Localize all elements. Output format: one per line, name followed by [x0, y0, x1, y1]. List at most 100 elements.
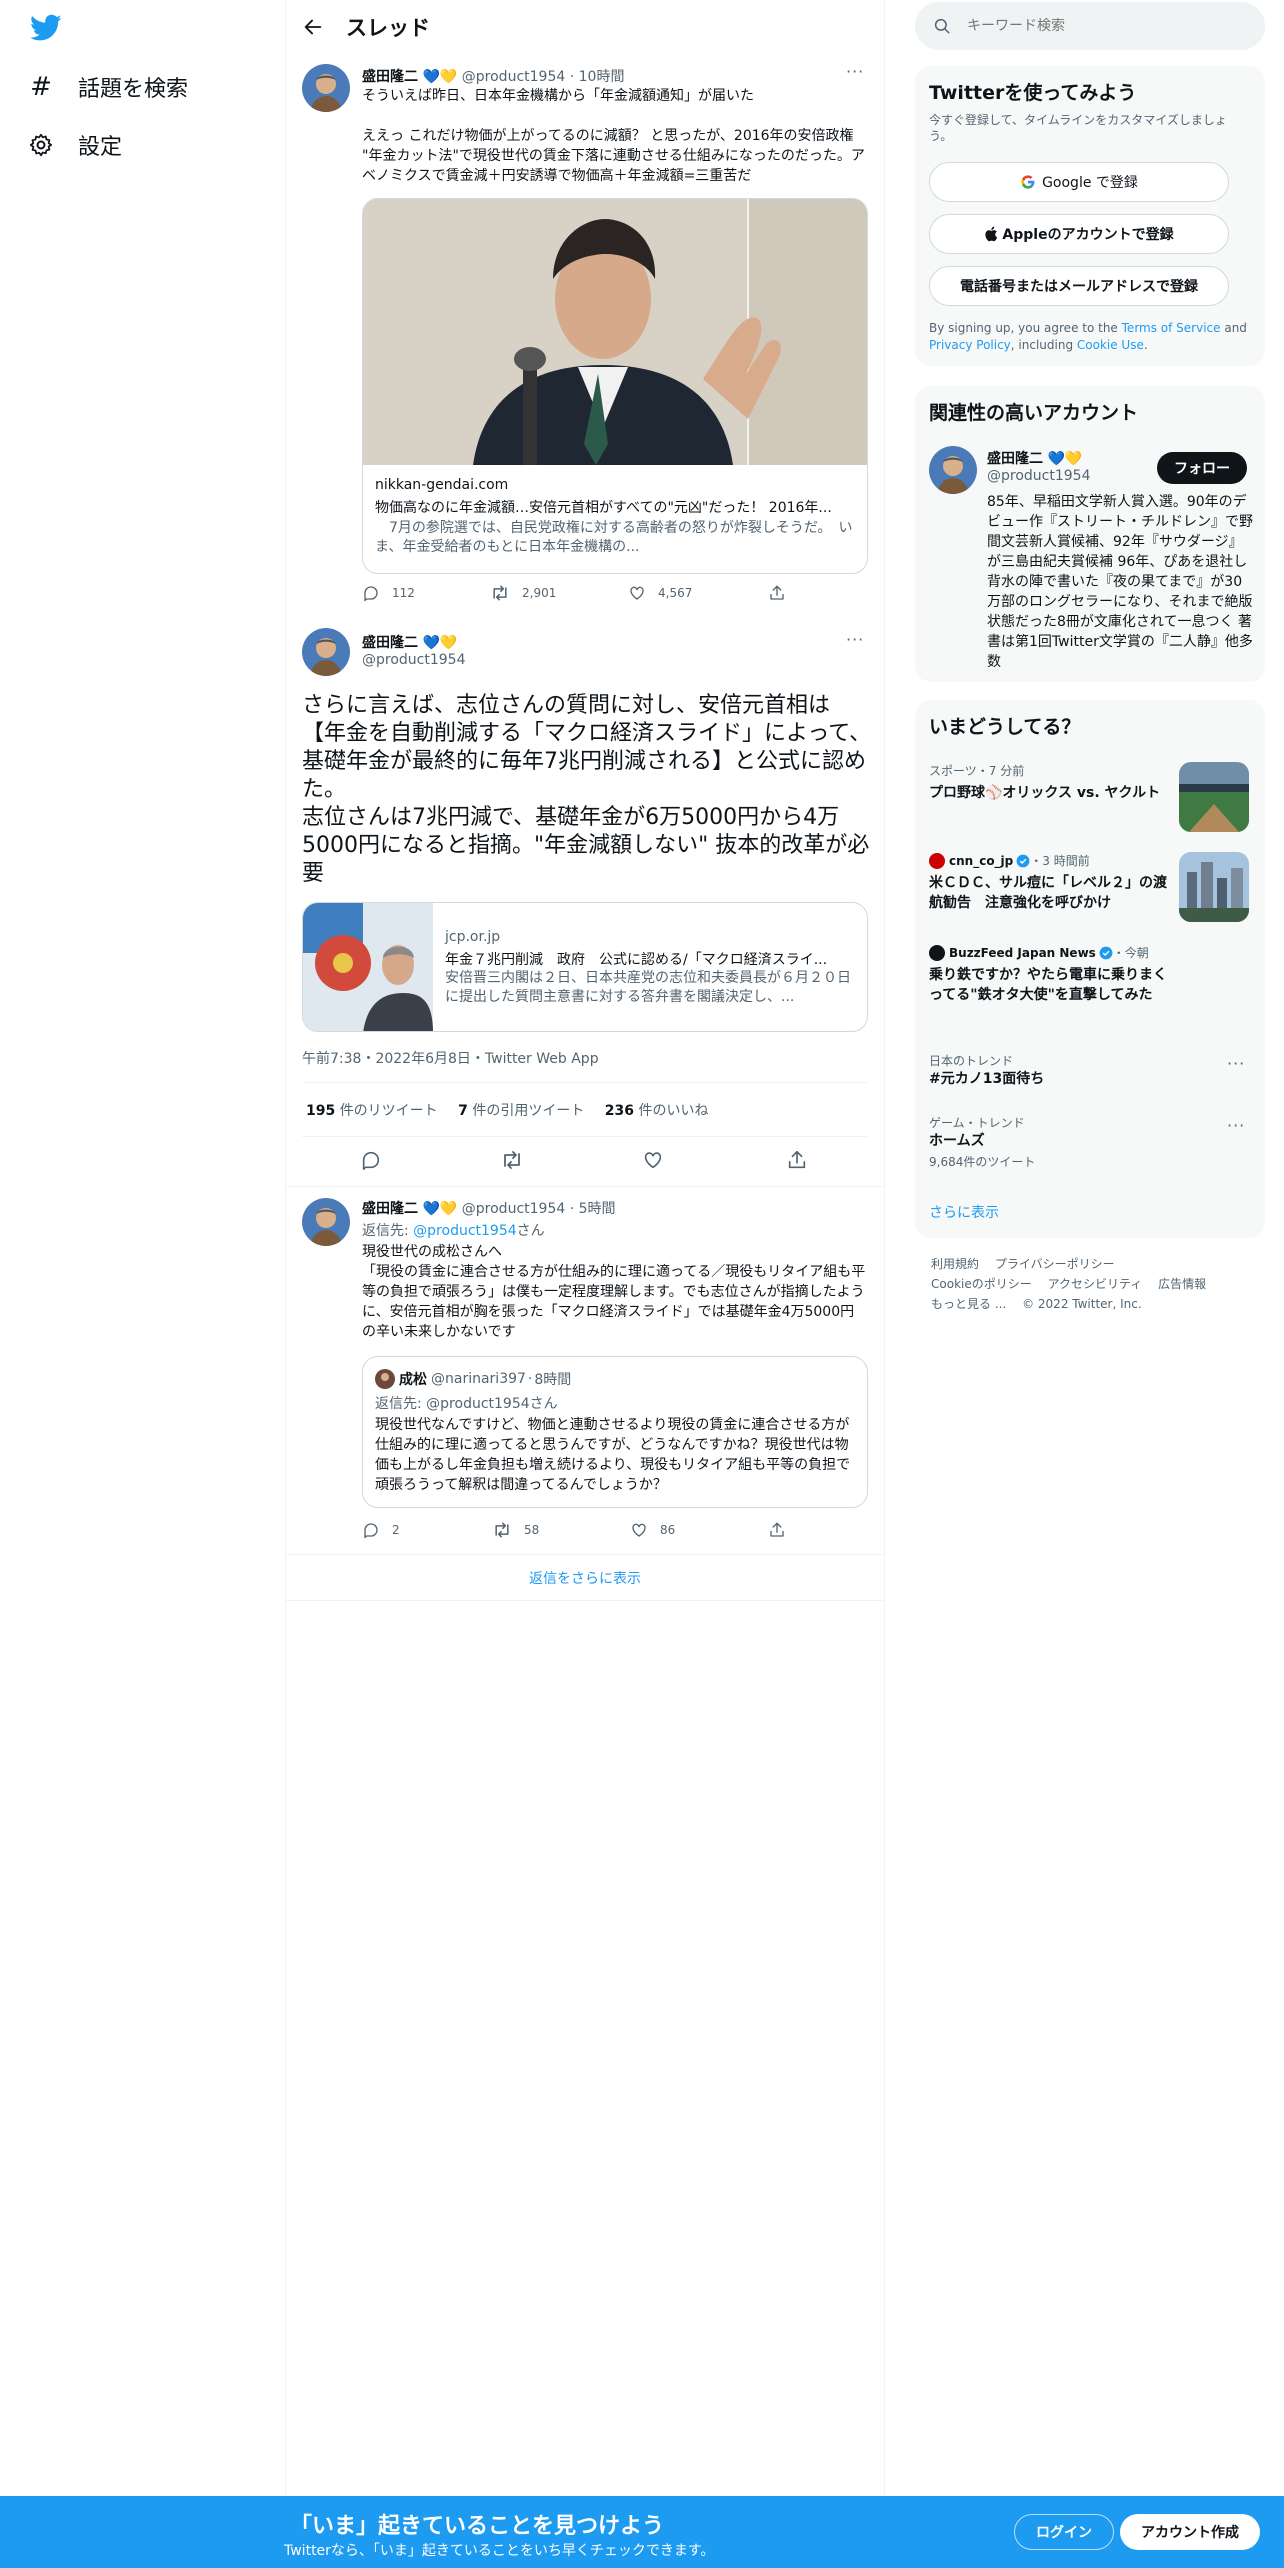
- quoted-tweet[interactable]: 成松 @narinari397 · 8時間 返信先: @product1954さ…: [362, 1356, 868, 1508]
- like-button[interactable]: 86: [630, 1521, 675, 1539]
- tweet-text: 現役世代の成松さんへ 「現役の賃金に連合させる方が仕組み的に理に適ってる／現役も…: [362, 1244, 866, 1340]
- like-button[interactable]: [642, 1149, 664, 1171]
- emoji-hearts-icon: 💙💛: [422, 69, 458, 85]
- share-icon: [788, 1150, 806, 1169]
- card-title: 物価高なのに年金減額…安倍元首相がすべての"元凶"だった！ 2016年...: [375, 500, 832, 516]
- phone-email-signup-button[interactable]: 電話番号またはメールアドレスで登録: [929, 266, 1229, 306]
- reply-button[interactable]: [360, 1149, 382, 1171]
- reply-count: 2: [392, 1523, 400, 1537]
- card-description: 安倍晋三内閣は２日、日本共産党の志位和夫委員長が６月２０日に提出した質問主意書に…: [445, 970, 851, 1005]
- left-sidebar: # 話題を検索 設定: [0, 0, 286, 2568]
- tweet-timestamp[interactable]: 午前7:38・2022年6月8日・Twitter Web App: [302, 1048, 599, 1068]
- search-input[interactable]: [967, 18, 1237, 34]
- hashtag-icon: #: [30, 72, 52, 102]
- privacy-policy-link[interactable]: Privacy Policy: [929, 338, 1011, 352]
- retweet-button[interactable]: 2,901: [490, 584, 556, 602]
- login-button[interactable]: ログイン: [1014, 2514, 1114, 2550]
- more-options-icon[interactable]: ···: [846, 630, 864, 649]
- quote-text: 現役世代なんですけど、物価と連動させるより現役の賃金に連合させる方が仕組み的に理…: [375, 1417, 851, 1493]
- share-button[interactable]: [768, 1521, 786, 1539]
- related-handle[interactable]: @product1954: [987, 468, 1090, 484]
- reply-button[interactable]: 112: [362, 584, 415, 602]
- twitter-logo-icon[interactable]: [30, 14, 62, 42]
- show-more-replies-link[interactable]: 返信をさらに表示: [286, 1568, 884, 1588]
- nav-settings[interactable]: 設定: [28, 120, 122, 170]
- avatar[interactable]: [302, 628, 350, 676]
- avatar[interactable]: [302, 1198, 350, 1246]
- author-handle[interactable]: @product1954: [462, 1201, 565, 1217]
- heart-icon: [644, 1152, 662, 1169]
- buzzfeed-logo-icon: [929, 944, 945, 961]
- author-name[interactable]: 盛田隆二: [362, 69, 418, 85]
- terms-of-service-link[interactable]: Terms of Service: [1122, 321, 1221, 335]
- more-options-icon[interactable]: ···: [846, 62, 864, 81]
- search-box[interactable]: [915, 2, 1265, 50]
- share-button[interactable]: [786, 1149, 808, 1171]
- trend-item[interactable]: ゲーム・トレンド ホームズ 9,684件のツイート ···: [929, 1114, 1249, 1174]
- link-card[interactable]: nikkan-gendai.com 物価高なのに年金減額…安倍元首相がすべての"…: [362, 198, 868, 574]
- card-domain: jcp.or.jp: [445, 929, 501, 945]
- author-name[interactable]: 盛田隆二: [362, 1201, 418, 1217]
- verified-badge-icon: [1099, 946, 1113, 960]
- show-more-trends-link[interactable]: さらに表示: [929, 1202, 999, 1222]
- copyright: © 2022 Twitter, Inc.: [1022, 1297, 1142, 1311]
- footer-link[interactable]: 広告情報: [1158, 1277, 1206, 1291]
- likes-stat[interactable]: 236 件のいいね: [605, 1103, 709, 1119]
- author-handle[interactable]: @product1954: [362, 652, 465, 668]
- reply-context: 返信先: @product1954さん: [362, 1223, 545, 1239]
- emoji-hearts-icon: 💙💛: [422, 635, 458, 651]
- like-button[interactable]: 4,567: [628, 584, 692, 602]
- thread-header: スレッド: [286, 0, 884, 54]
- retweet-button[interactable]: [500, 1149, 524, 1171]
- link-card[interactable]: jcp.or.jp 年金７兆円削減 政府 公式に認める/「マクロ経済スライ...…: [302, 902, 868, 1032]
- footer-link[interactable]: アクセシビリティ: [1048, 1277, 1143, 1291]
- create-account-button[interactable]: アカウント作成: [1120, 2514, 1260, 2550]
- more-options-icon[interactable]: ···: [1227, 1116, 1245, 1135]
- reply-button[interactable]: 2: [362, 1521, 400, 1539]
- divider: [286, 1186, 884, 1187]
- avatar[interactable]: [302, 64, 350, 112]
- trend-item[interactable]: 日本のトレンド #元カノ13面待ち ···: [929, 1052, 1249, 1096]
- tweet-time[interactable]: 5時間: [579, 1201, 616, 1217]
- retweet-count: 2,901: [522, 586, 557, 600]
- avatar[interactable]: [929, 446, 977, 494]
- author-handle[interactable]: @product1954: [462, 69, 565, 85]
- footer-more-link[interactable]: もっと見る ...: [931, 1297, 1006, 1311]
- signup-subtitle: 今すぐ登録して、タイムラインをカスタマイズしましょう。: [929, 113, 1227, 143]
- quote-tweets-stat[interactable]: 7 件の引用ツイート: [458, 1103, 584, 1119]
- trend-item[interactable]: BuzzFeed Japan News ・今朝 乗り鉄ですか？やたら電車に乗りま…: [929, 944, 1249, 1024]
- tweet-time[interactable]: 10時間: [579, 69, 625, 85]
- trend-thumbnail: [1179, 852, 1249, 922]
- related-accounts-panel: 関連性の高いアカウント 盛田隆二 💙💛 @product1954 フォロー 85…: [915, 386, 1265, 682]
- trend-item[interactable]: スポーツ・7 分前 プロ野球⚾オリックス vs. ヤクルト: [929, 762, 1249, 834]
- engagement-stats: 195 件のリツイート 7 件の引用ツイート 236 件のいいね: [306, 1100, 708, 1120]
- trend-item[interactable]: cnn_co_jp ・3 時間前 米ＣＤＣ、サル痘に「レベル２」の渡航勧告 注意…: [929, 852, 1249, 924]
- share-button[interactable]: [768, 584, 786, 602]
- related-name[interactable]: 盛田隆二: [987, 451, 1043, 467]
- footer-link[interactable]: Cookieのポリシー: [931, 1277, 1032, 1291]
- reply-to-link[interactable]: @product1954: [413, 1223, 516, 1239]
- nav-explore[interactable]: # 話題を検索: [28, 62, 188, 112]
- apple-signup-button[interactable]: Appleのアカウントで登録: [929, 214, 1229, 254]
- follow-button[interactable]: フォロー: [1157, 452, 1247, 484]
- footer-link[interactable]: 利用規約: [931, 1257, 979, 1271]
- cookie-use-link[interactable]: Cookie Use: [1077, 338, 1144, 352]
- cnn-logo-icon: [929, 852, 945, 869]
- divider: [286, 1600, 884, 1601]
- retweets-stat[interactable]: 195 件のリツイート: [306, 1103, 438, 1119]
- verified-badge-icon: [1016, 854, 1030, 868]
- google-signup-label: Google で登録: [1042, 175, 1138, 191]
- share-icon: [770, 1522, 784, 1537]
- nav-settings-label: 設定: [78, 135, 123, 160]
- google-signup-button[interactable]: Google で登録: [929, 162, 1229, 202]
- card-description: 7月の参院選では、自民党政権に対する高齢者の怒りが炸裂しそうだ。 いま、年金受給…: [375, 520, 853, 555]
- heart-icon: [632, 1523, 646, 1537]
- quote-author-handle: @narinari397: [431, 1371, 526, 1387]
- author-name[interactable]: 盛田隆二: [362, 635, 418, 651]
- nav-explore-label: 話題を検索: [78, 77, 189, 102]
- footer-link[interactable]: プライバシーポリシー: [995, 1257, 1115, 1271]
- retweet-button[interactable]: 58: [492, 1521, 539, 1539]
- back-arrow-icon[interactable]: [302, 16, 324, 38]
- more-options-icon[interactable]: ···: [1227, 1054, 1245, 1073]
- apple-icon: [984, 226, 998, 242]
